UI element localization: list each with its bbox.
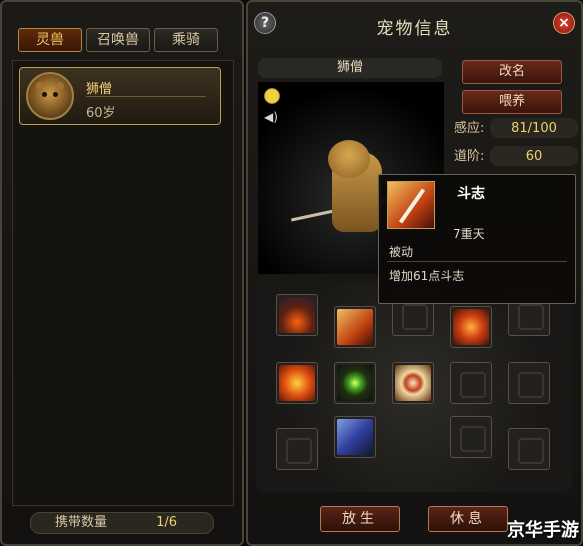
tab-summon-beast[interactable]: 召唤兽: [86, 28, 150, 52]
pet-list-item[interactable]: 狮僧 60岁: [19, 67, 221, 125]
stat-label: 感应:: [454, 121, 485, 136]
stat-row-sense: 感应: 81/100: [454, 118, 578, 140]
title-bar: ? 宠物信息 ×: [248, 2, 581, 46]
hammer-strike-skill-icon: [279, 297, 315, 333]
emote-icon[interactable]: [264, 88, 280, 104]
skill-slot-empty[interactable]: [276, 428, 318, 470]
feed-button[interactable]: 喂养: [462, 90, 562, 114]
carry-count-label: 携带数量: [55, 515, 108, 530]
watermark-text: 京华手游: [507, 520, 579, 541]
pet-avatar-icon: [26, 72, 74, 120]
tooltip-level: 7重天: [453, 227, 485, 241]
panel-title: 宠物信息: [376, 19, 453, 39]
release-button[interactable]: 放生: [320, 506, 400, 532]
lion-monk-head: [328, 140, 370, 178]
stat-row-rank: 道阶: 60: [454, 146, 578, 168]
skill-slot[interactable]: [276, 294, 318, 336]
pet-list-age: 60岁: [86, 106, 116, 121]
tab-mount[interactable]: 乘骑: [154, 28, 218, 52]
skill-slot-empty[interactable]: [450, 416, 492, 458]
sound-icon[interactable]: ◀): [264, 110, 280, 124]
carry-count-value: 1/6: [156, 515, 177, 530]
close-button[interactable]: ×: [553, 12, 575, 34]
stat-value: 81/100: [490, 118, 578, 138]
skill-slot[interactable]: [276, 362, 318, 404]
carry-count-bar: 携带数量 1/6: [30, 512, 214, 534]
tooltip-description: 增加61点斗志: [389, 269, 465, 283]
skill-slot-empty[interactable]: [450, 362, 492, 404]
rename-button[interactable]: 改名: [462, 60, 562, 84]
skill-slot[interactable]: [334, 306, 376, 348]
beast-eye-skill-icon: [337, 365, 373, 401]
pet-list-panel: 灵兽 召唤兽 乘骑 狮僧 60岁 携带数量 1/6: [0, 0, 244, 546]
skill-grid: [256, 282, 572, 492]
spear-thrust-skill-icon: [387, 181, 435, 229]
skill-slot[interactable]: [392, 362, 434, 404]
pet-list-name: 狮僧: [86, 82, 113, 97]
tooltip-type: 被动: [389, 245, 414, 259]
skill-slot[interactable]: [334, 362, 376, 404]
tab-spirit-beast[interactable]: 灵兽: [18, 28, 82, 52]
fire-swirl-skill-icon: [453, 309, 489, 345]
spear-thrust-skill-icon: [337, 309, 373, 345]
stat-value: 60: [490, 146, 578, 166]
tooltip-title: 斗志: [457, 186, 485, 202]
divider: [387, 261, 567, 262]
rest-button[interactable]: 休息: [428, 506, 508, 532]
divider: [86, 96, 206, 97]
skill-slot-empty[interactable]: [508, 428, 550, 470]
skill-slot[interactable]: [450, 306, 492, 348]
pet-list: 狮僧 60岁: [12, 60, 234, 506]
skill-slot-empty[interactable]: [508, 362, 550, 404]
skill-tooltip: 斗志 7重天 被动 增加61点斗志: [378, 174, 576, 304]
shield-slash-skill-icon: [337, 419, 373, 455]
flame-fist-skill-icon: [279, 365, 315, 401]
pet-name-display: 狮僧: [258, 58, 442, 78]
skill-slot[interactable]: [334, 416, 376, 458]
pet-type-tabs: 灵兽 召唤兽 乘骑: [18, 28, 218, 52]
stat-label: 道阶:: [454, 149, 485, 164]
target-strike-skill-icon: [395, 365, 431, 401]
